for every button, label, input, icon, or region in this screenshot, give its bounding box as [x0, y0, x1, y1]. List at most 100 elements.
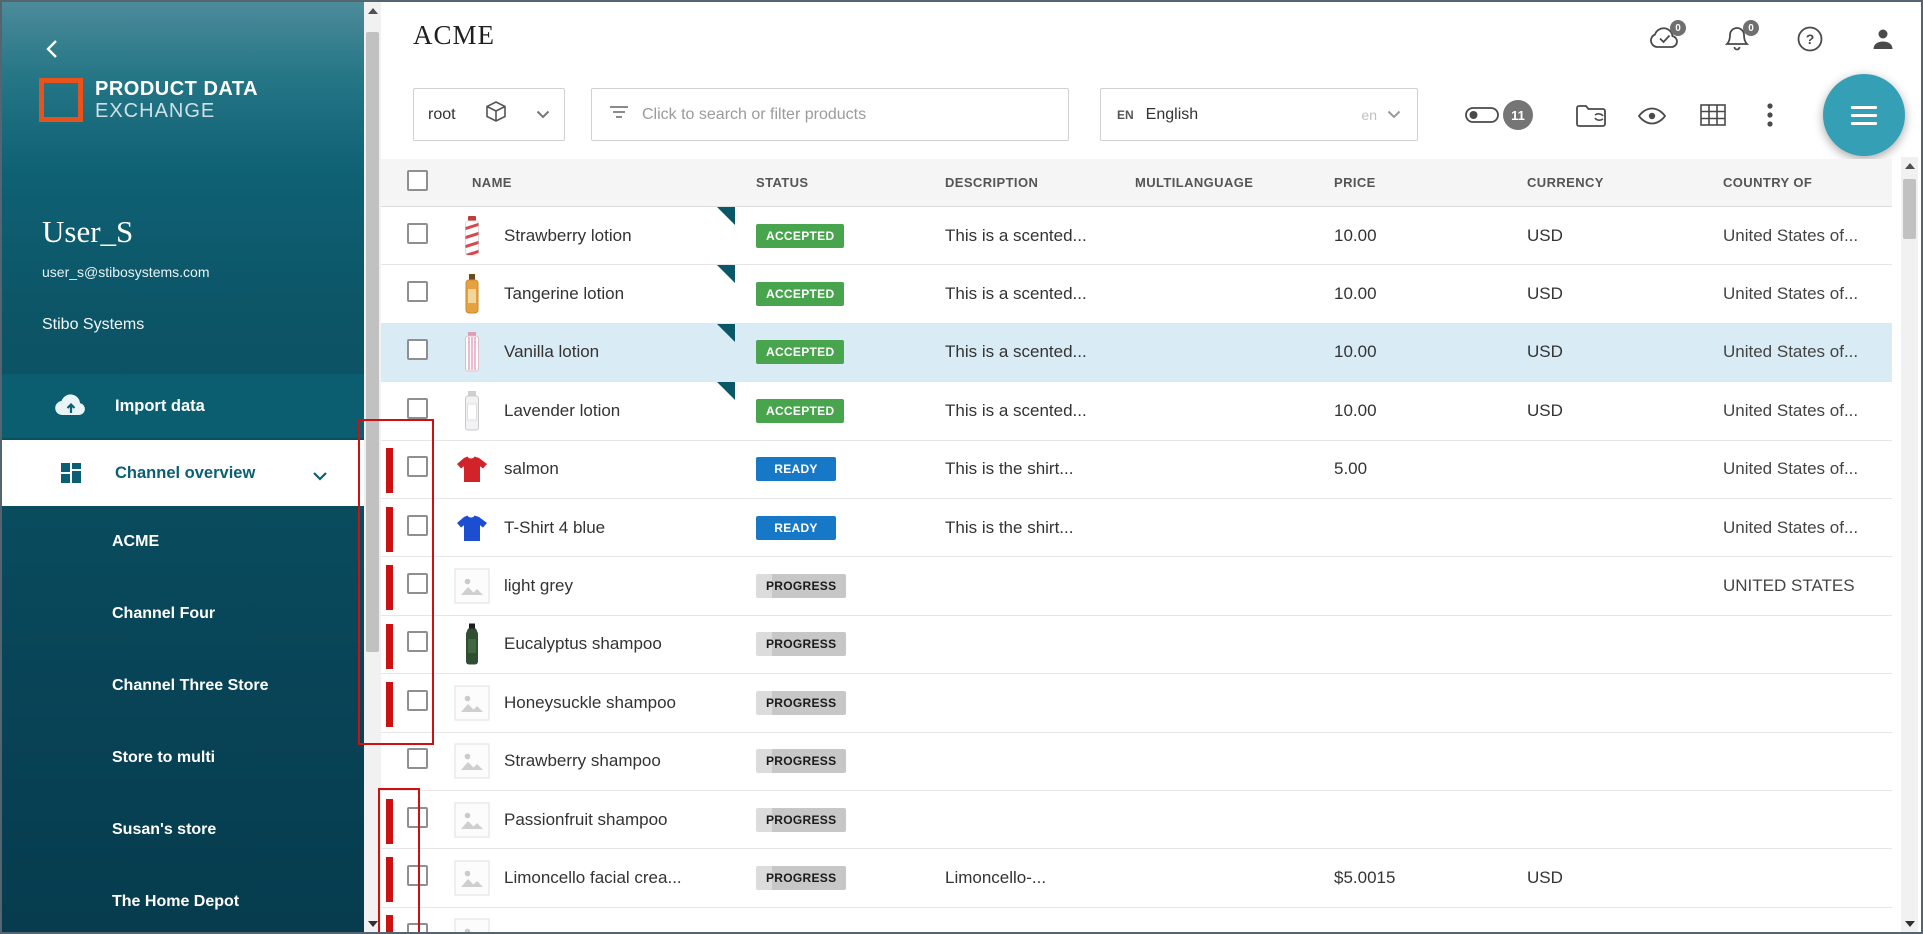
- column-header-description[interactable]: DESCRIPTION: [924, 175, 1114, 190]
- table-row[interactable]: Honeysuckle shampooPROGRESS: [381, 674, 1892, 732]
- svg-text:?: ?: [1806, 31, 1815, 47]
- country-cell: United States of...: [1702, 459, 1892, 479]
- sidebar-channel-channel-three-store[interactable]: Channel Three Store: [2, 650, 364, 722]
- row-checkbox[interactable]: [407, 515, 428, 536]
- table-view-button[interactable]: [1699, 103, 1727, 132]
- scroll-down-button[interactable]: [364, 915, 381, 932]
- price-cell: 5.00: [1313, 459, 1506, 479]
- status-badge: ACCEPTED: [756, 399, 844, 423]
- table-row[interactable]: Lavender lotionACCEPTEDThis is a scented…: [381, 382, 1892, 440]
- notifications-button[interactable]: 0: [1721, 26, 1753, 56]
- table-row[interactable]: Tangerine lotionACCEPTEDThis is a scente…: [381, 265, 1892, 323]
- menu-fab-button[interactable]: [1823, 74, 1905, 156]
- country-cell: United States of...: [1702, 518, 1892, 538]
- row-checkbox[interactable]: [407, 631, 428, 652]
- scrollbar-thumb[interactable]: [1903, 179, 1916, 239]
- row-checkbox[interactable]: [407, 923, 428, 934]
- folder-sync-button[interactable]: [1575, 102, 1607, 133]
- table-row[interactable]: T-Shirt 4 blueREADYThis is the shirt...U…: [381, 499, 1892, 557]
- description-cell: This is a scented...: [924, 284, 1114, 304]
- mapping-toggle-button[interactable]: [1464, 103, 1500, 132]
- status-badge: PROGRESS: [756, 866, 846, 890]
- product-thumbnail-placeholder: [454, 743, 490, 779]
- table-row[interactable]: [381, 908, 1892, 934]
- status-badge: READY: [756, 457, 836, 481]
- sidebar-channel-the-home-depot[interactable]: The Home Depot: [2, 866, 364, 934]
- currency-cell: USD: [1506, 284, 1702, 304]
- row-checkbox[interactable]: [407, 690, 428, 711]
- table-scrollbar[interactable]: [1901, 157, 1918, 932]
- row-checkbox[interactable]: [407, 748, 428, 769]
- product-thumbnail-placeholder: [454, 802, 490, 838]
- currency-cell: USD: [1506, 342, 1702, 362]
- account-button[interactable]: [1867, 26, 1899, 56]
- filter-icon: [608, 103, 630, 126]
- row-checkbox[interactable]: [407, 281, 428, 302]
- logo-mark-icon: [39, 78, 83, 122]
- table-row[interactable]: Eucalyptus shampooPROGRESS: [381, 616, 1892, 674]
- page-title: ACME: [413, 20, 495, 51]
- column-header-multilanguage[interactable]: MULTILANGUAGE: [1114, 175, 1313, 190]
- column-header-currency[interactable]: CURRENCY: [1506, 175, 1702, 190]
- row-checkbox[interactable]: [407, 223, 428, 244]
- sidebar-channel-channel-four[interactable]: Channel Four: [2, 578, 364, 650]
- table-row[interactable]: Passionfruit shampooPROGRESS: [381, 791, 1892, 849]
- collapse-sidebar-button[interactable]: [42, 38, 68, 64]
- scroll-up-button[interactable]: [1901, 157, 1918, 174]
- column-header-price[interactable]: PRICE: [1313, 175, 1506, 190]
- price-cell: $5.0015: [1313, 868, 1506, 888]
- select-all-checkbox[interactable]: [407, 170, 428, 191]
- sidebar-item-import-data[interactable]: Import data: [2, 374, 364, 438]
- preview-button[interactable]: [1637, 105, 1667, 132]
- product-thumbnail-vanilla-tube: [454, 331, 490, 373]
- user-name: User_S: [42, 214, 133, 250]
- row-checkbox[interactable]: [407, 573, 428, 594]
- product-thumbnail-placeholder: [454, 685, 490, 721]
- table-row[interactable]: Limoncello facial crea...PROGRESSLimonce…: [381, 849, 1892, 907]
- search-input[interactable]: [642, 106, 1052, 124]
- more-options-button[interactable]: [1767, 102, 1773, 133]
- cloud-sync-button[interactable]: 0: [1648, 26, 1680, 56]
- row-checkbox[interactable]: [407, 807, 428, 828]
- row-checkbox[interactable]: [407, 456, 428, 477]
- description-cell: This is a scented...: [924, 401, 1114, 421]
- product-name: Eucalyptus shampoo: [504, 634, 662, 654]
- sidebar-channel-susan-s-store[interactable]: Susan's store: [2, 794, 364, 866]
- root-node-selector[interactable]: root: [413, 88, 565, 141]
- column-header-name[interactable]: NAME: [451, 175, 735, 190]
- sidebar-channel-store-to-multi[interactable]: Store to multi: [2, 722, 364, 794]
- table-row[interactable]: light greyPROGRESSUNITED STATES: [381, 557, 1892, 615]
- language-label: English: [1146, 106, 1362, 124]
- scrollbar-thumb[interactable]: [366, 32, 379, 652]
- language-selector[interactable]: EN English en: [1100, 88, 1418, 141]
- currency-cell: USD: [1506, 226, 1702, 246]
- product-thumbnail-lavender-bottle: [454, 390, 490, 432]
- language-code-badge: EN: [1117, 108, 1134, 122]
- scroll-down-button[interactable]: [1901, 915, 1918, 932]
- description-cell: This is a scented...: [924, 342, 1114, 362]
- row-checkbox[interactable]: [407, 865, 428, 886]
- company-name: Stibo Systems: [42, 316, 144, 334]
- help-button[interactable]: ?: [1794, 26, 1826, 56]
- table-grid-icon: [1699, 103, 1727, 132]
- column-header-country-of[interactable]: COUNTRY OF: [1702, 175, 1892, 190]
- row-checkbox[interactable]: [407, 339, 428, 360]
- sidebar-scrollbar[interactable]: [364, 2, 381, 932]
- table-row[interactable]: salmonREADYThis is the shirt...5.00Unite…: [381, 441, 1892, 499]
- product-table: NAMESTATUSDESCRIPTIONMULTILANGUAGEPRICEC…: [381, 159, 1892, 934]
- table-row[interactable]: Vanilla lotionACCEPTEDThis is a scented.…: [381, 324, 1892, 382]
- root-node-label: root: [428, 106, 456, 124]
- table-row[interactable]: Strawberry lotionACCEPTEDThis is a scent…: [381, 207, 1892, 265]
- currency-cell: USD: [1506, 868, 1702, 888]
- country-cell: United States of...: [1702, 284, 1892, 304]
- table-row[interactable]: Strawberry shampooPROGRESS: [381, 733, 1892, 791]
- sidebar-item-channel-overview[interactable]: Channel overview: [2, 440, 364, 506]
- product-name: Tangerine lotion: [504, 284, 624, 304]
- column-header-status[interactable]: STATUS: [735, 175, 924, 190]
- sidebar-channel-acme[interactable]: ACME: [2, 506, 364, 578]
- product-cube-icon: [485, 100, 507, 129]
- hamburger-icon: [1851, 122, 1877, 125]
- scroll-up-button[interactable]: [364, 2, 381, 19]
- row-checkbox[interactable]: [407, 398, 428, 419]
- product-thumbnail-tshirt-red: [454, 454, 490, 484]
